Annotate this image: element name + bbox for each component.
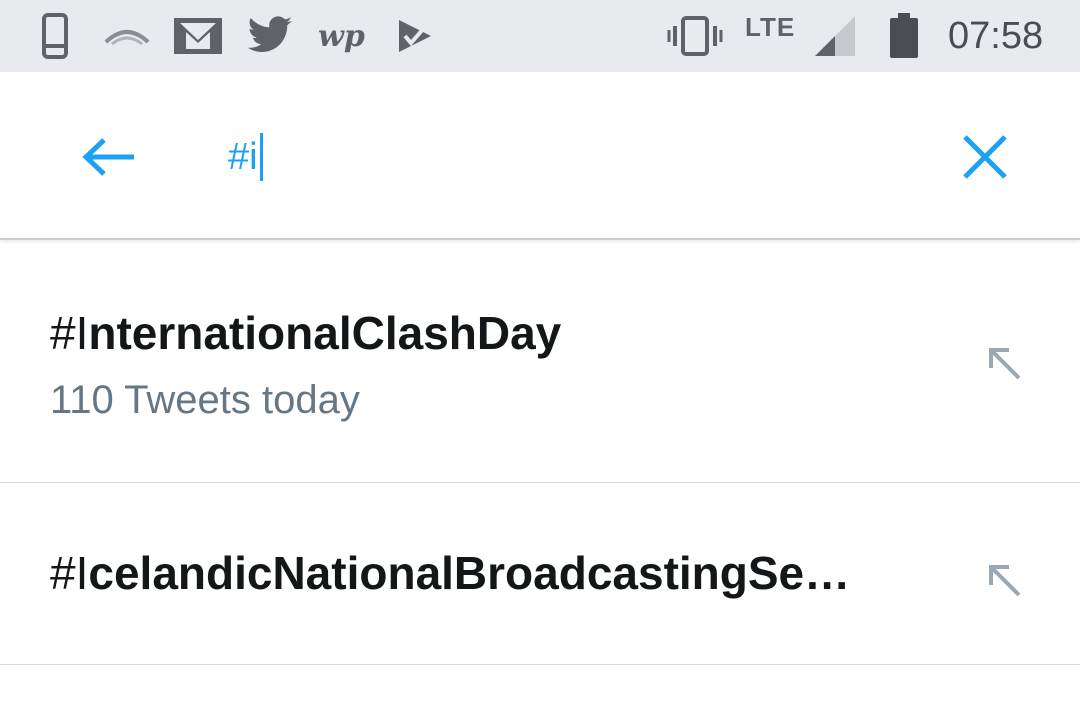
check-flag-icon — [392, 0, 438, 72]
status-bar: wp LTE 07:58 — [0, 0, 1080, 72]
search-bar: #i — [0, 72, 1080, 240]
suggestion-completion: nternationalClashDay — [88, 307, 562, 359]
suggestion-completion: celandicNationalBroadcastingSe… — [88, 547, 851, 599]
arrow-up-left-icon — [989, 348, 1021, 380]
network-type: LTE — [745, 12, 796, 42]
phone-icon — [36, 0, 76, 72]
search-input[interactable]: #i — [228, 127, 908, 187]
suggestion-item[interactable]: #InternationalClashDay 110 Tweets today — [0, 242, 1080, 483]
close-icon — [963, 135, 1007, 179]
svg-text:wp: wp — [318, 19, 365, 54]
fill-query-button[interactable] — [975, 334, 1035, 394]
twitter-icon — [244, 0, 296, 72]
suggestion-item[interactable]: #IcelandicNationalBroadcastingSe… — [0, 483, 1080, 665]
fill-query-button[interactable] — [975, 551, 1035, 611]
suggestion-matched-prefix: #I — [50, 547, 89, 599]
suggestion-tweet-count: 110 Tweets today — [50, 378, 360, 422]
clear-button[interactable] — [945, 117, 1025, 197]
signal-arc-icon — [100, 0, 154, 72]
cell-signal-icon — [812, 0, 858, 72]
arrow-up-left-icon — [989, 565, 1021, 597]
gmail-icon — [170, 0, 226, 72]
back-button[interactable] — [70, 122, 150, 192]
battery-icon — [886, 0, 922, 72]
washington-post-icon: wp — [316, 0, 368, 72]
suggestion-title: #IcelandicNationalBroadcastingSe… — [50, 546, 850, 600]
suggestion-title: #InternationalClashDay — [50, 306, 561, 360]
vibrate-icon — [666, 0, 724, 72]
suggestion-list: #InternationalClashDay 110 Tweets today … — [0, 242, 1080, 665]
text-caret — [259, 133, 263, 181]
search-query: #i — [228, 135, 258, 178]
suggestion-matched-prefix: #I — [50, 307, 89, 359]
status-time: 07:58 — [948, 15, 1044, 57]
arrow-left-icon — [82, 138, 134, 176]
